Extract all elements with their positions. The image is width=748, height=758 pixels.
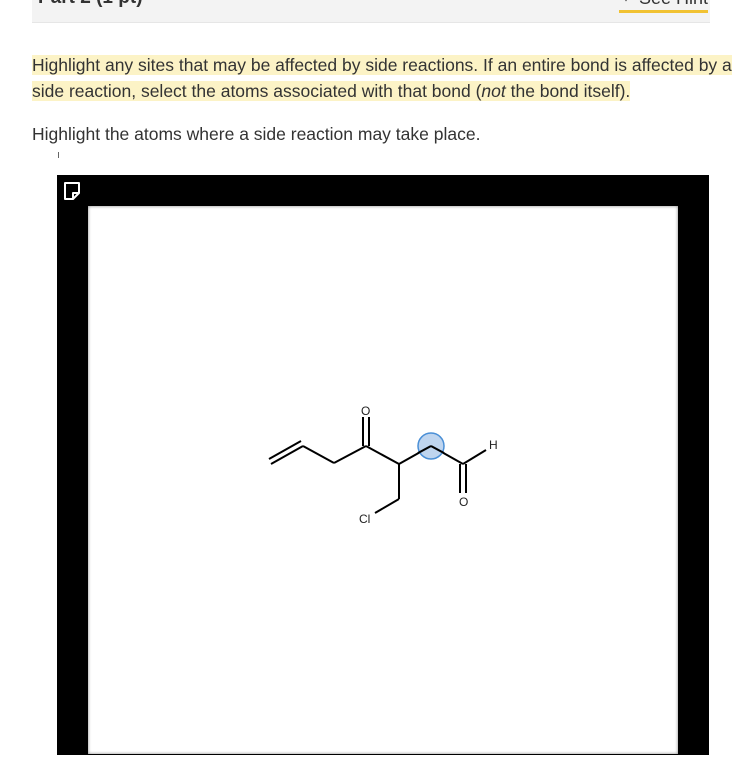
- atom-o-aldehyde[interactable]: O: [459, 495, 468, 509]
- part-header: Part 2 (1 pt) See Hint: [32, 0, 710, 23]
- atom-o-ketone[interactable]: O: [361, 404, 370, 418]
- bond-cho-h[interactable]: [462, 449, 487, 465]
- instructions-highlight: Highlight any sites that may be affected…: [32, 55, 732, 101]
- structure-sketcher: O H O Cl: [57, 175, 709, 755]
- lightbulb-icon: [619, 0, 633, 9]
- instructions-emphasis: not: [481, 81, 506, 101]
- bond-c2-c3[interactable]: [302, 445, 335, 464]
- atom-cl[interactable]: Cl: [359, 512, 370, 526]
- instructions-part-2: the bond itself).: [505, 81, 631, 101]
- question-prompt: Highlight the atoms where a side reactio…: [32, 124, 481, 144]
- bond-c4-c5[interactable]: [365, 445, 400, 465]
- document-icon[interactable]: [63, 181, 81, 201]
- see-hint-label: See Hint: [639, 0, 708, 9]
- molecule-structure: O H O Cl: [268, 404, 498, 526]
- bond-c3-c4[interactable]: [333, 445, 367, 464]
- part-title: Part 2 (1 pt): [38, 0, 143, 9]
- bond-ch2-cl[interactable]: [374, 498, 400, 514]
- text-cursor: [58, 152, 59, 158]
- atom-h-aldehyde[interactable]: H: [489, 438, 498, 452]
- instructions-text: Highlight any sites that may be affected…: [32, 52, 732, 104]
- see-hint-button[interactable]: See Hint: [618, 0, 708, 13]
- drawing-canvas[interactable]: O H O Cl: [88, 206, 678, 754]
